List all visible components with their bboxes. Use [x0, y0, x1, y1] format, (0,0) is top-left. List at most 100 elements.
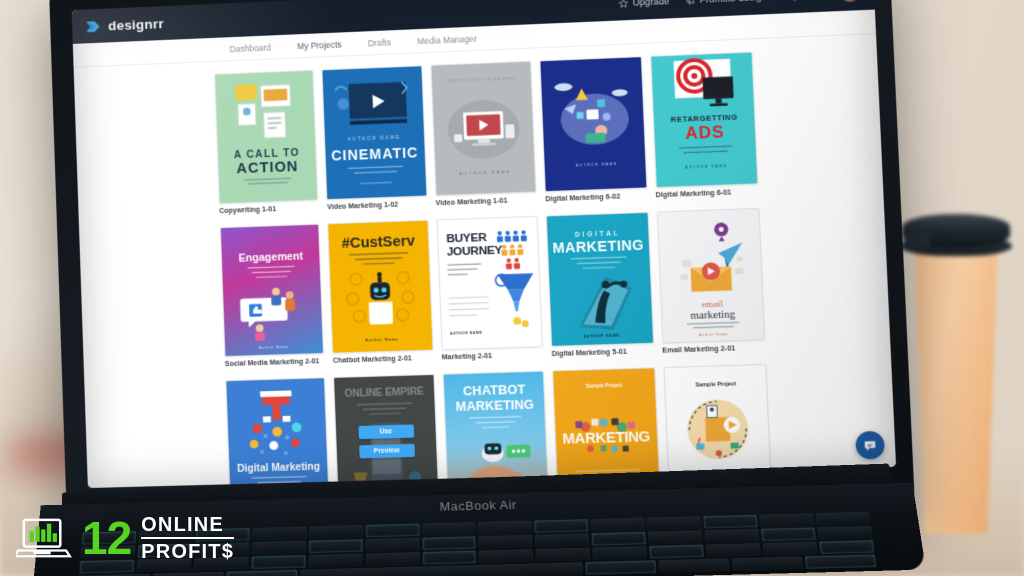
- cup-body: [910, 234, 1002, 534]
- watermark-line-2: PROFIT$: [141, 539, 234, 562]
- svg-text:MARKETING: MARKETING: [562, 429, 650, 448]
- template-label: Copywriting 1-01: [219, 204, 319, 216]
- coffee-cup: [898, 196, 1014, 526]
- laptop-bar-chart-icon: [16, 516, 72, 562]
- cover-art: AUTHOR NAME CINEMATIC: [323, 66, 426, 199]
- template-label: Video Marketing 1-02: [327, 200, 428, 212]
- template-card-digital-marketing-4-01[interactable]: Digital Marketing Author Name Digital Ma…: [225, 377, 331, 488]
- svg-text:Engagement: Engagement: [238, 250, 303, 264]
- template-label: Digital Marketing 6-02: [545, 192, 647, 204]
- brand-name: designrr: [108, 16, 164, 33]
- template-grid: A CALL TO ACTION Copywriting 1-01 AUTHOR…: [74, 46, 896, 488]
- svg-text:BUYER: BUYER: [446, 232, 488, 246]
- nav-item-media-manager[interactable]: Media Manager: [417, 33, 477, 46]
- svg-text:CHATBOT: CHATBOT: [462, 382, 525, 398]
- template-card-chatbot-marketing-3[interactable]: CHATBOT MARKETING: [442, 371, 550, 488]
- template-card-copywriting-1-01[interactable]: A CALL TO ACTION Copywriting 1-01: [214, 70, 319, 217]
- cover-art: Sample Project: [553, 368, 659, 488]
- template-label: Marketing 2-01: [442, 352, 544, 364]
- cover-art: Digital Marketing Author Name: [226, 378, 329, 488]
- template-hover-overlay: Use Preview: [335, 375, 439, 488]
- chat-bubble-icon: [863, 438, 877, 452]
- brand-logo[interactable]: designrr: [86, 16, 164, 34]
- nav-item-dashboard[interactable]: Dashboard: [229, 42, 271, 54]
- template-label: Digital Marketing 6-01: [656, 188, 759, 201]
- nav-item-my-projects[interactable]: My Projects: [297, 39, 342, 51]
- cover-art: RETARGETTING ADS AUTHOR NAME: [651, 53, 757, 187]
- svg-text:AUTHOR NAME: AUTHOR NAME: [584, 333, 621, 338]
- cover-art: email marketing Author Name: [657, 208, 764, 342]
- cover-art: A CALL TO ACTION: [215, 71, 317, 203]
- template-card-digital-marketing-6-02[interactable]: AUTHOR NAME Digital Marketing 6-02: [540, 56, 648, 205]
- svg-text:Sample Project: Sample Project: [586, 382, 623, 389]
- watermark-words: ONLINE PROFIT$: [141, 515, 234, 562]
- svg-text:AUTHOR NAME: AUTHOR NAME: [459, 169, 512, 176]
- chevron-right-logo-icon: [86, 19, 102, 33]
- upgrade-link[interactable]: Upgrade: [619, 0, 670, 8]
- cover-art: SUBTITLE TEXT GOES HERE AUTHOR NAME: [431, 62, 535, 195]
- cover-art: AUTHOR NAME: [541, 57, 646, 191]
- upgrade-label: Upgrade: [632, 0, 669, 8]
- avatar[interactable]: [840, 0, 860, 3]
- template-label: Social Media Marketing 2-01: [225, 358, 325, 370]
- template-card-video-marketing-1-01[interactable]: SUBTITLE TEXT GOES HERE AUTHOR NAME Vide…: [430, 61, 537, 209]
- template-gallery: A CALL TO ACTION Copywriting 1-01 AUTHOR…: [74, 34, 897, 488]
- help-link[interactable]: Help: [790, 0, 824, 1]
- template-card-digital-marketing-6-01[interactable]: RETARGETTING ADS AUTHOR NAME Digital Mar…: [650, 52, 759, 201]
- cover-art: #CustServ Author Name: [329, 220, 433, 353]
- laptop: designrr Upgrade Dashboard My Projects D…: [58, 0, 898, 576]
- template-card-marketing-2-01[interactable]: BUYER JOURNEY AUTHOR NAME Marketing 2-01: [436, 215, 543, 363]
- cover-art: BUYER JOURNEY AUTHOR NAME: [437, 216, 542, 349]
- cover-art: ONLINE EMPIRE: [335, 375, 439, 488]
- watermark-number: 12: [82, 519, 131, 559]
- template-label: Chatbot Marketing 2-01: [333, 355, 434, 367]
- svg-text:marketing: marketing: [690, 309, 736, 322]
- svg-text:AUTHOR NAME: AUTHOR NAME: [348, 134, 401, 141]
- svg-text:Author Name: Author Name: [366, 337, 399, 342]
- svg-text:Sample Project: Sample Project: [695, 381, 736, 388]
- template-card-digital-marketing-5-01[interactable]: DIGITAL MARKETING AUTHOR NAME Digital Ma…: [546, 211, 654, 360]
- svg-text:JOURNEY: JOURNEY: [446, 244, 502, 258]
- watermark-line-1: ONLINE: [141, 515, 234, 539]
- laptop-bezel: designrr Upgrade Dashboard My Projects D…: [72, 0, 896, 488]
- cover-art: CHATBOT MARKETING: [444, 372, 549, 488]
- svg-text:#CustServ: #CustServ: [342, 233, 416, 252]
- template-label: Video Marketing 1-01: [436, 196, 538, 208]
- template-label: Digital Marketing 5-01: [552, 348, 655, 360]
- screen: designrr Upgrade Dashboard My Projects D…: [72, 0, 896, 488]
- svg-text:Author Name: Author Name: [259, 344, 289, 349]
- megaphone-icon: [686, 0, 696, 5]
- svg-text:MARKETING: MARKETING: [552, 236, 644, 256]
- template-card-email-marketing-2-01[interactable]: email marketing Author Name Email Market…: [656, 207, 765, 356]
- template-card-social-media-marketing-2-01[interactable]: Engagement Author Name Social Media Mark…: [220, 223, 325, 370]
- template-card-e-commerce-1[interactable]: ONLINE EMPIRE: [333, 374, 440, 488]
- cover-art: Engagement Author Name: [221, 224, 324, 356]
- svg-text:email: email: [701, 298, 723, 309]
- cover-art: DIGITAL MARKETING AUTHOR NAME: [547, 212, 653, 346]
- template-card-video-marketing-1-02[interactable]: AUTHOR NAME CINEMATIC Video Marketing 1-…: [322, 65, 428, 213]
- svg-text:ADS: ADS: [685, 123, 725, 143]
- svg-text:ACTION: ACTION: [236, 159, 299, 177]
- svg-text:MARKETING: MARKETING: [455, 398, 534, 415]
- svg-text:RETARGETTING: RETARGETTING: [670, 112, 737, 124]
- promote-link[interactable]: Promote designrr: [686, 0, 774, 5]
- preview-button[interactable]: Preview: [359, 444, 415, 459]
- template-card-chatbot-marketing-2-01[interactable]: #CustServ Author Name Chatbot Marketing …: [328, 219, 434, 367]
- scene: designrr Upgrade Dashboard My Projects D…: [0, 0, 1024, 576]
- svg-text:SUBTITLE TEXT GOES HERE: SUBTITLE TEXT GOES HERE: [447, 76, 516, 83]
- laptop-lid: designrr Upgrade Dashboard My Projects D…: [49, 0, 915, 527]
- cup-lid-tab: [904, 232, 930, 248]
- svg-text:Author Name: Author Name: [699, 331, 728, 336]
- svg-text:Digital Marketing: Digital Marketing: [237, 462, 320, 475]
- watermark-logo: 12 ONLINE PROFIT$: [16, 515, 234, 562]
- star-icon: [619, 0, 629, 8]
- template-label: Email Marketing 2-01: [662, 345, 766, 357]
- svg-text:AUTHOR NAME: AUTHOR NAME: [576, 162, 618, 168]
- template-card-marketing-1-column-yellow[interactable]: Sample Project MARKETING: [552, 367, 661, 488]
- svg-text:CINEMATIC: CINEMATIC: [331, 144, 419, 164]
- nav-item-drafts[interactable]: Drafts: [368, 37, 391, 48]
- use-button[interactable]: Use: [358, 424, 414, 439]
- svg-text:AUTHOR NAME: AUTHOR NAME: [450, 330, 483, 335]
- promote-label: Promote designrr: [699, 0, 773, 5]
- svg-text:AUTHOR NAME: AUTHOR NAME: [685, 164, 727, 170]
